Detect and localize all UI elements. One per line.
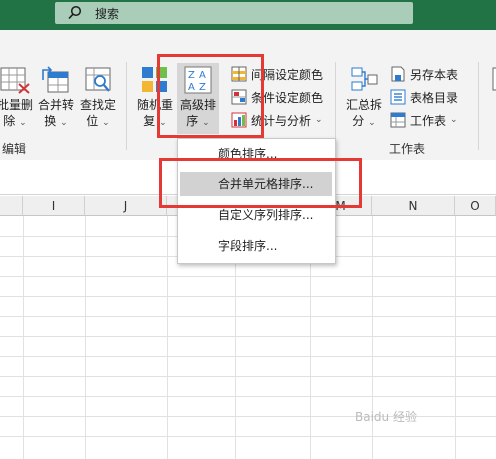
chevron-down-icon: ⌄ bbox=[368, 118, 376, 128]
batch-delete-label-1: 批量删 bbox=[0, 98, 33, 112]
directory-icon bbox=[390, 89, 406, 105]
worksheet-icon bbox=[390, 112, 406, 128]
chevron-down-icon: ⌄ bbox=[315, 115, 323, 125]
find-locate-label-2: 位 bbox=[86, 114, 99, 128]
random-repeat-label-2: 复 bbox=[143, 114, 156, 128]
grid-line bbox=[0, 316, 496, 317]
group-label-edit: 编辑 bbox=[2, 142, 27, 156]
grid-line bbox=[0, 436, 496, 437]
grid-line bbox=[23, 216, 24, 459]
column-header[interactable]: I bbox=[23, 196, 85, 216]
search-icon bbox=[68, 5, 82, 20]
find-locate-label-1: 查找定 bbox=[79, 98, 116, 112]
merge-arrows-icon bbox=[42, 66, 69, 93]
grid-line bbox=[455, 216, 456, 459]
column-header[interactable]: J bbox=[85, 196, 167, 216]
menu-item-field-sort[interactable]: 字段排序... bbox=[180, 234, 332, 258]
grid-delete-icon bbox=[0, 67, 30, 94]
grid-line bbox=[0, 396, 496, 397]
partial-ribbon-button[interactable] bbox=[486, 66, 496, 97]
merge-convert-label-1: 合并转 bbox=[37, 98, 74, 112]
chevron-down-icon: ⌄ bbox=[19, 118, 27, 128]
merge-convert-label-2: 换 bbox=[44, 114, 57, 128]
highlight-box-merged-sort bbox=[159, 158, 362, 208]
summary-split-icon bbox=[351, 67, 378, 91]
grid-line bbox=[0, 356, 496, 357]
grid-line bbox=[167, 216, 168, 459]
batch-delete-label-2: 除 bbox=[3, 114, 16, 128]
search-placeholder: 搜索 bbox=[95, 7, 120, 21]
group-separator bbox=[126, 62, 127, 150]
grid-line bbox=[85, 216, 86, 459]
grid-line bbox=[0, 336, 496, 337]
worksheet-label: 工作表 bbox=[410, 113, 447, 128]
find-locate-button[interactable]: 查找定 位 ⌄ bbox=[78, 66, 118, 131]
summary-split-button[interactable]: 汇总拆 分 ⌄ bbox=[343, 66, 385, 131]
summary-split-label-2: 分 bbox=[352, 114, 365, 128]
save-as-table-label: 另存本表 bbox=[410, 67, 459, 82]
chevron-down-icon: ⌄ bbox=[102, 118, 110, 128]
title-bar: 搜索 bbox=[0, 0, 496, 30]
chevron-down-icon: ⌄ bbox=[60, 118, 68, 128]
watermark: Baidu 经验 bbox=[355, 410, 417, 424]
merge-convert-button[interactable]: 合并转 换 ⌄ bbox=[36, 66, 76, 131]
find-icon bbox=[85, 67, 111, 92]
table-directory-button[interactable]: 表格目录 bbox=[390, 87, 458, 107]
group-separator bbox=[335, 62, 336, 150]
search-box[interactable]: 搜索 bbox=[55, 2, 413, 24]
grid-line bbox=[0, 376, 496, 377]
group-label-worksheet: 工作表 bbox=[389, 142, 426, 156]
summary-split-label-1: 汇总拆 bbox=[345, 98, 382, 112]
worksheet-button[interactable]: 工作表 ⌄ bbox=[390, 110, 458, 130]
grid-line bbox=[0, 416, 496, 417]
column-header[interactable]: N bbox=[372, 196, 455, 216]
save-doc-icon bbox=[391, 66, 405, 82]
chevron-down-icon: ⌄ bbox=[450, 115, 458, 125]
grid-line bbox=[0, 296, 496, 297]
group-separator bbox=[478, 62, 479, 150]
table-directory-label: 表格目录 bbox=[410, 90, 459, 105]
column-header[interactable]: O bbox=[455, 196, 496, 216]
column-header-partial[interactable] bbox=[0, 196, 23, 216]
grid-line bbox=[0, 276, 496, 277]
highlight-box-advanced-sort bbox=[157, 54, 264, 138]
batch-delete-button[interactable]: 批量删 除 ⌄ bbox=[0, 66, 34, 131]
partial-icon bbox=[492, 67, 496, 91]
save-as-table-button[interactable]: 另存本表 bbox=[390, 64, 458, 84]
